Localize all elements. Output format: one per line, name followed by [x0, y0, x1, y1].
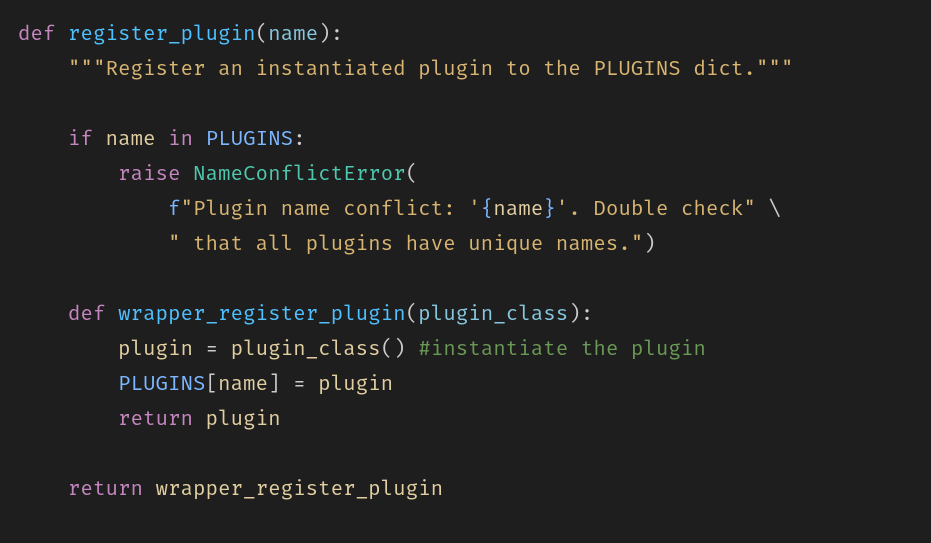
keyword-def: def — [18, 23, 56, 47]
call: plugin_class — [231, 338, 381, 362]
keyword-raise: raise — [118, 163, 181, 187]
string: "Plugin name conflict: ' — [181, 198, 481, 222]
keyword-def: def — [68, 303, 106, 327]
operator: = — [206, 338, 219, 362]
code-line: PLUGINS[name] = plugin — [18, 373, 393, 397]
variable: name — [106, 128, 156, 152]
code-line: f"Plugin name conflict: '{name}'. Double… — [18, 198, 781, 222]
punct: ) — [568, 303, 581, 327]
punct: ) — [318, 23, 331, 47]
f-prefix: f — [168, 198, 181, 222]
variable: plugin — [206, 408, 281, 432]
variable: plugin — [118, 338, 193, 362]
punct: ( — [256, 23, 269, 47]
variable: name — [218, 373, 268, 397]
variable: name — [493, 198, 543, 222]
punct: : — [293, 128, 306, 152]
code-line: """Register an instantiated plugin to th… — [18, 58, 794, 82]
function-name: wrapper_register_plugin — [118, 303, 406, 327]
class-name: NameConflictError — [193, 163, 406, 187]
function-name: register_plugin — [68, 23, 256, 47]
operator: = — [293, 373, 306, 397]
punct: [ — [206, 373, 219, 397]
code-line: " that all plugins have unique names.") — [18, 233, 656, 257]
docstring: """Register an instantiated plugin to th… — [68, 58, 793, 82]
comment: #instantiate the plugin — [418, 338, 706, 362]
keyword-return: return — [68, 478, 143, 502]
keyword-return: return — [118, 408, 193, 432]
punct: ( — [406, 163, 419, 187]
brace: { — [481, 198, 494, 222]
constant: PLUGINS — [118, 373, 206, 397]
code-line: plugin = plugin_class() #instantiate the… — [18, 338, 706, 362]
variable: plugin — [318, 373, 393, 397]
punct: ) — [643, 233, 656, 257]
code-line: return plugin — [18, 408, 281, 432]
code-editor[interactable]: def register_plugin(name): """Register a… — [0, 0, 931, 508]
variable: wrapper_register_plugin — [156, 478, 444, 502]
parameter: name — [268, 23, 318, 47]
string: " that all plugins have unique names." — [168, 233, 643, 257]
punct: ( — [406, 303, 419, 327]
constant: PLUGINS — [206, 128, 294, 152]
line-continuation: \ — [769, 198, 782, 222]
code-line: raise NameConflictError( — [18, 163, 418, 187]
keyword-if: if — [68, 128, 93, 152]
brace: } — [543, 198, 556, 222]
code-line: return wrapper_register_plugin — [18, 478, 443, 502]
punct: : — [331, 23, 344, 47]
code-line: if name in PLUGINS: — [18, 128, 306, 152]
string: '. Double check" — [556, 198, 756, 222]
parameter: plugin_class — [418, 303, 568, 327]
keyword-in: in — [168, 128, 193, 152]
punct: () — [381, 338, 406, 362]
punct: : — [581, 303, 594, 327]
code-line: def wrapper_register_plugin(plugin_class… — [18, 303, 593, 327]
punct: ] — [268, 373, 281, 397]
code-line: def register_plugin(name): — [18, 23, 343, 47]
